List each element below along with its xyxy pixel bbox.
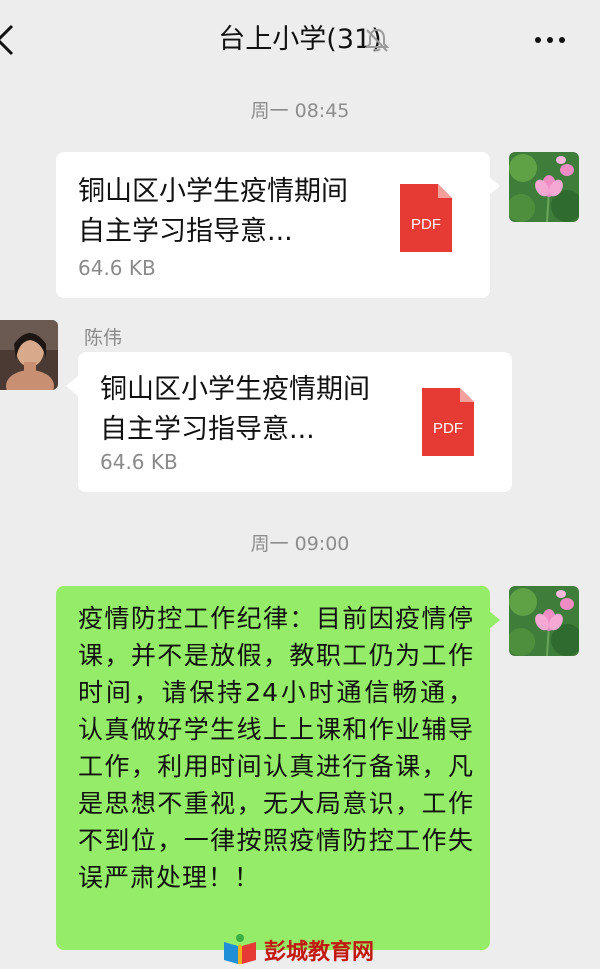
more-dots-icon[interactable] — [532, 28, 568, 52]
lotus-flower-avatar[interactable] — [509, 152, 579, 222]
file-size: 64.6 KB — [78, 256, 156, 280]
bubble-tail — [488, 610, 500, 630]
timestamp: 周一 08:45 — [250, 100, 350, 122]
bubble-tail — [488, 176, 500, 196]
chat-title-text: 台上小学(31) — [218, 24, 382, 55]
pdf-file-icon: PDF — [400, 184, 452, 252]
person-photo-avatar[interactable] — [0, 320, 58, 390]
svg-text:PDF: PDF — [411, 216, 441, 233]
sender-name: 陈伟 — [84, 327, 123, 349]
bell-muted-icon — [364, 28, 390, 52]
watermark-text: 彭城教育网 — [264, 940, 375, 965]
file-title-line1: 铜山区小学生疫情期间 — [78, 176, 348, 207]
bubble-tail — [66, 376, 78, 396]
file-title-line2: 自主学习指导意... — [100, 414, 315, 445]
chat-header: 台上小学(31) — [0, 0, 600, 80]
timestamp: 周一 09:00 — [250, 533, 350, 555]
file-title-line2: 自主学习指导意... — [78, 216, 293, 247]
message-text: 疫情防控工作纪律：目前因疫情停课，并不是放假，教职工仍为工作时间，请保持24小时… — [78, 604, 474, 892]
file-title-line1: 铜山区小学生疫情期间 — [100, 374, 370, 405]
watermark-logo: 彭城教育网 — [220, 932, 420, 966]
pdf-file-icon: PDF — [422, 388, 474, 456]
file-message-bubble[interactable]: 铜山区小学生疫情期间 自主学习指导意... 64.6 KB PDF — [56, 152, 500, 298]
svg-text:PDF: PDF — [433, 420, 463, 437]
chat-title: 台上小学(31) — [0, 20, 600, 60]
file-size: 64.6 KB — [100, 450, 178, 474]
file-message-bubble[interactable]: 铜山区小学生疫情期间 自主学习指导意... 64.6 KB PDF — [66, 352, 512, 492]
lotus-flower-avatar[interactable] — [509, 586, 579, 656]
book-logo-icon — [224, 934, 256, 964]
